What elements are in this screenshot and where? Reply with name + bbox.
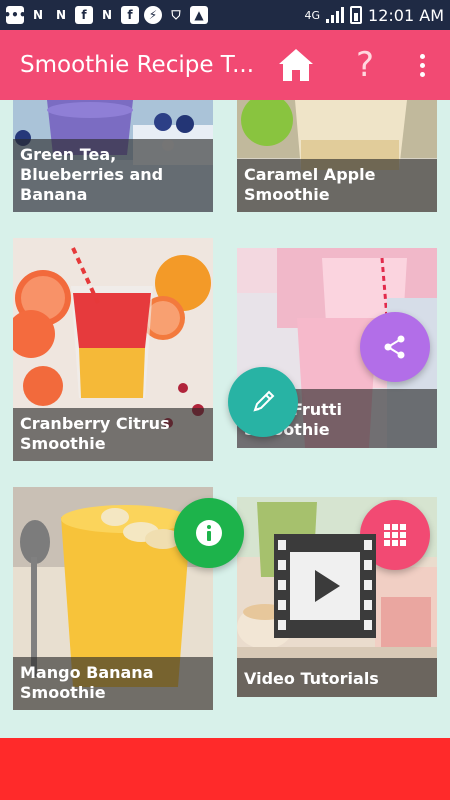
film-play-icon — [274, 534, 376, 638]
recipe-title: Caramel Apple Smoothie — [237, 159, 437, 212]
grid-icon — [384, 524, 406, 546]
battery-icon — [350, 6, 363, 24]
n-icon: N — [101, 8, 113, 22]
chat-icon: ••• — [3, 6, 27, 24]
recipe-card[interactable]: Green Tea, Blueberries and Banana — [13, 100, 213, 212]
messenger-icon: ⚡ — [144, 6, 162, 24]
notification-icons: ••• N N f N f ⚡ ⛉ ▲ — [3, 6, 208, 24]
home-button[interactable] — [276, 46, 316, 84]
info-icon — [196, 520, 222, 546]
more-options-button[interactable] — [414, 50, 430, 80]
data-icon: 4G — [304, 8, 321, 22]
recipe-grid: Green Tea, Blueberries and Banana Carame… — [0, 100, 450, 738]
signal-icon — [326, 7, 345, 23]
clock: 12:01 AM — [368, 5, 444, 25]
share-button[interactable] — [360, 312, 430, 382]
app-bar: Smoothie Recipe T... ? — [0, 30, 450, 100]
recipe-title: Mango Banana Smoothie — [13, 657, 213, 710]
home-icon — [279, 49, 313, 81]
recipe-card[interactable]: Caramel Apple Smoothie — [237, 100, 437, 212]
recipe-title: Video Tutorials — [237, 658, 437, 697]
share-icon — [384, 335, 405, 359]
ad-banner[interactable] — [0, 738, 450, 800]
edit-button[interactable] — [228, 367, 298, 437]
info-button[interactable] — [174, 498, 244, 568]
video-tutorials-button[interactable] — [270, 530, 380, 642]
facebook-icon: f — [121, 6, 139, 24]
pencil-icon — [253, 390, 275, 412]
status-bar: ••• N N f N f ⚡ ⛉ ▲ 4G 12:01 AM — [0, 0, 450, 30]
recipe-title: Green Tea, Blueberries and Banana — [13, 139, 213, 212]
facebook-icon: f — [75, 6, 93, 24]
recipe-card[interactable]: Cranberry Citrus Smoothie — [13, 238, 213, 461]
n-icon: N — [32, 8, 44, 22]
shield-icon: ⛉ — [171, 7, 181, 22]
system-status: 4G 12:01 AM — [305, 6, 444, 25]
help-button[interactable]: ? — [350, 44, 380, 86]
app-title: Smoothie Recipe T... — [20, 52, 255, 78]
n-icon: N — [55, 8, 67, 22]
image-icon: ▲ — [190, 6, 208, 24]
recipe-title: Cranberry Citrus Smoothie — [13, 408, 213, 461]
more-vert-icon — [419, 54, 425, 59]
